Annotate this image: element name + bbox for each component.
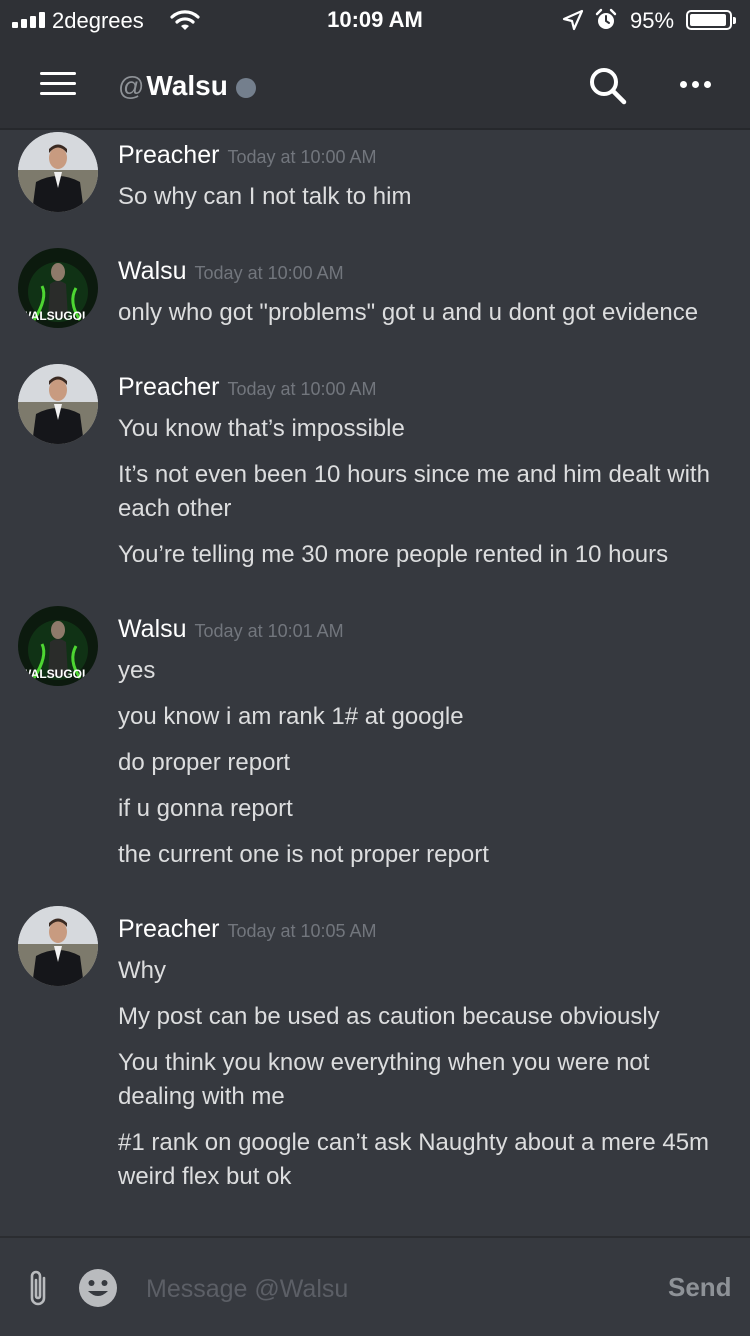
message-text: yes <box>118 657 156 684</box>
alarm-icon <box>595 8 617 29</box>
message-author[interactable]: Walsu <box>118 615 187 643</box>
message-text: if u gonna report <box>118 795 293 822</box>
status-bar: 2degrees 10:09 AM 95% <box>0 0 750 42</box>
paperclip-icon[interactable] <box>24 1268 54 1308</box>
battery-fill <box>690 14 726 26</box>
message-timestamp: Today at 10:00 AM <box>227 379 377 399</box>
message-timestamp: Today at 10:00 AM <box>227 147 377 167</box>
svg-text:WALSUGOI: WALSUGOI <box>20 309 85 323</box>
channel-title[interactable]: @ Walsu <box>118 69 256 103</box>
message-list[interactable]: Preacher Today at 10:00 AM So why can I n… <box>0 130 750 1236</box>
message-text: each other <box>118 495 232 522</box>
battery-percent: 95% <box>630 8 675 33</box>
at-symbol: @ <box>118 70 145 101</box>
message-composer: Send <box>0 1236 750 1336</box>
avatar[interactable] <box>18 906 98 986</box>
avatar[interactable]: WALSUGOI <box>18 248 98 328</box>
message-text: you know i am rank 1# at google <box>118 703 464 730</box>
avatar[interactable]: WALSUGOI <box>18 606 98 686</box>
message-text: only who got "problems" got u and u dont… <box>118 299 699 326</box>
message-text: My post can be used as caution because o… <box>118 1003 660 1030</box>
top-bar: 2degrees 10:09 AM 95% @ Walsu <box>0 0 750 130</box>
location-icon <box>562 9 584 31</box>
message-author[interactable]: Preacher <box>118 373 219 401</box>
avatar[interactable] <box>18 364 98 444</box>
message-text: Why <box>118 957 166 984</box>
more-options-icon[interactable] <box>676 72 716 96</box>
message-text: You think you know everything when you w… <box>118 1049 650 1076</box>
message-text: You’re telling me 30 more people rented … <box>118 541 669 568</box>
message-input[interactable] <box>144 1266 638 1312</box>
message-timestamp: Today at 10:01 AM <box>194 621 344 641</box>
message-timestamp: Today at 10:05 AM <box>227 921 377 941</box>
emoji-icon[interactable] <box>78 1268 118 1308</box>
message-text: It’s not even been 10 hours since me and… <box>118 461 710 488</box>
battery-icon <box>686 10 736 30</box>
avatar[interactable] <box>18 132 98 212</box>
message-text: do proper report <box>118 749 291 776</box>
offline-status-icon <box>235 78 256 98</box>
send-button[interactable]: Send <box>668 1272 732 1303</box>
message-text: You know that’s impossible <box>118 415 405 442</box>
dm-username: Walsu <box>146 70 228 101</box>
message-text: #1 rank on google can’t ask Naughty abou… <box>118 1129 710 1156</box>
message-text: dealing with me <box>118 1083 285 1110</box>
message-text: So why can I not talk to him <box>118 183 412 210</box>
message-author[interactable]: Walsu <box>118 257 187 285</box>
message-author[interactable]: Preacher <box>118 915 219 943</box>
message-timestamp: Today at 10:00 AM <box>194 263 344 283</box>
svg-text:WALSUGOI: WALSUGOI <box>20 667 85 681</box>
hamburger-menu-icon[interactable] <box>40 70 76 98</box>
message-text: weird flex but ok <box>118 1163 292 1190</box>
message-author[interactable]: Preacher <box>118 141 219 169</box>
message-text: the current one is not proper report <box>118 841 489 868</box>
search-icon[interactable] <box>588 66 628 106</box>
